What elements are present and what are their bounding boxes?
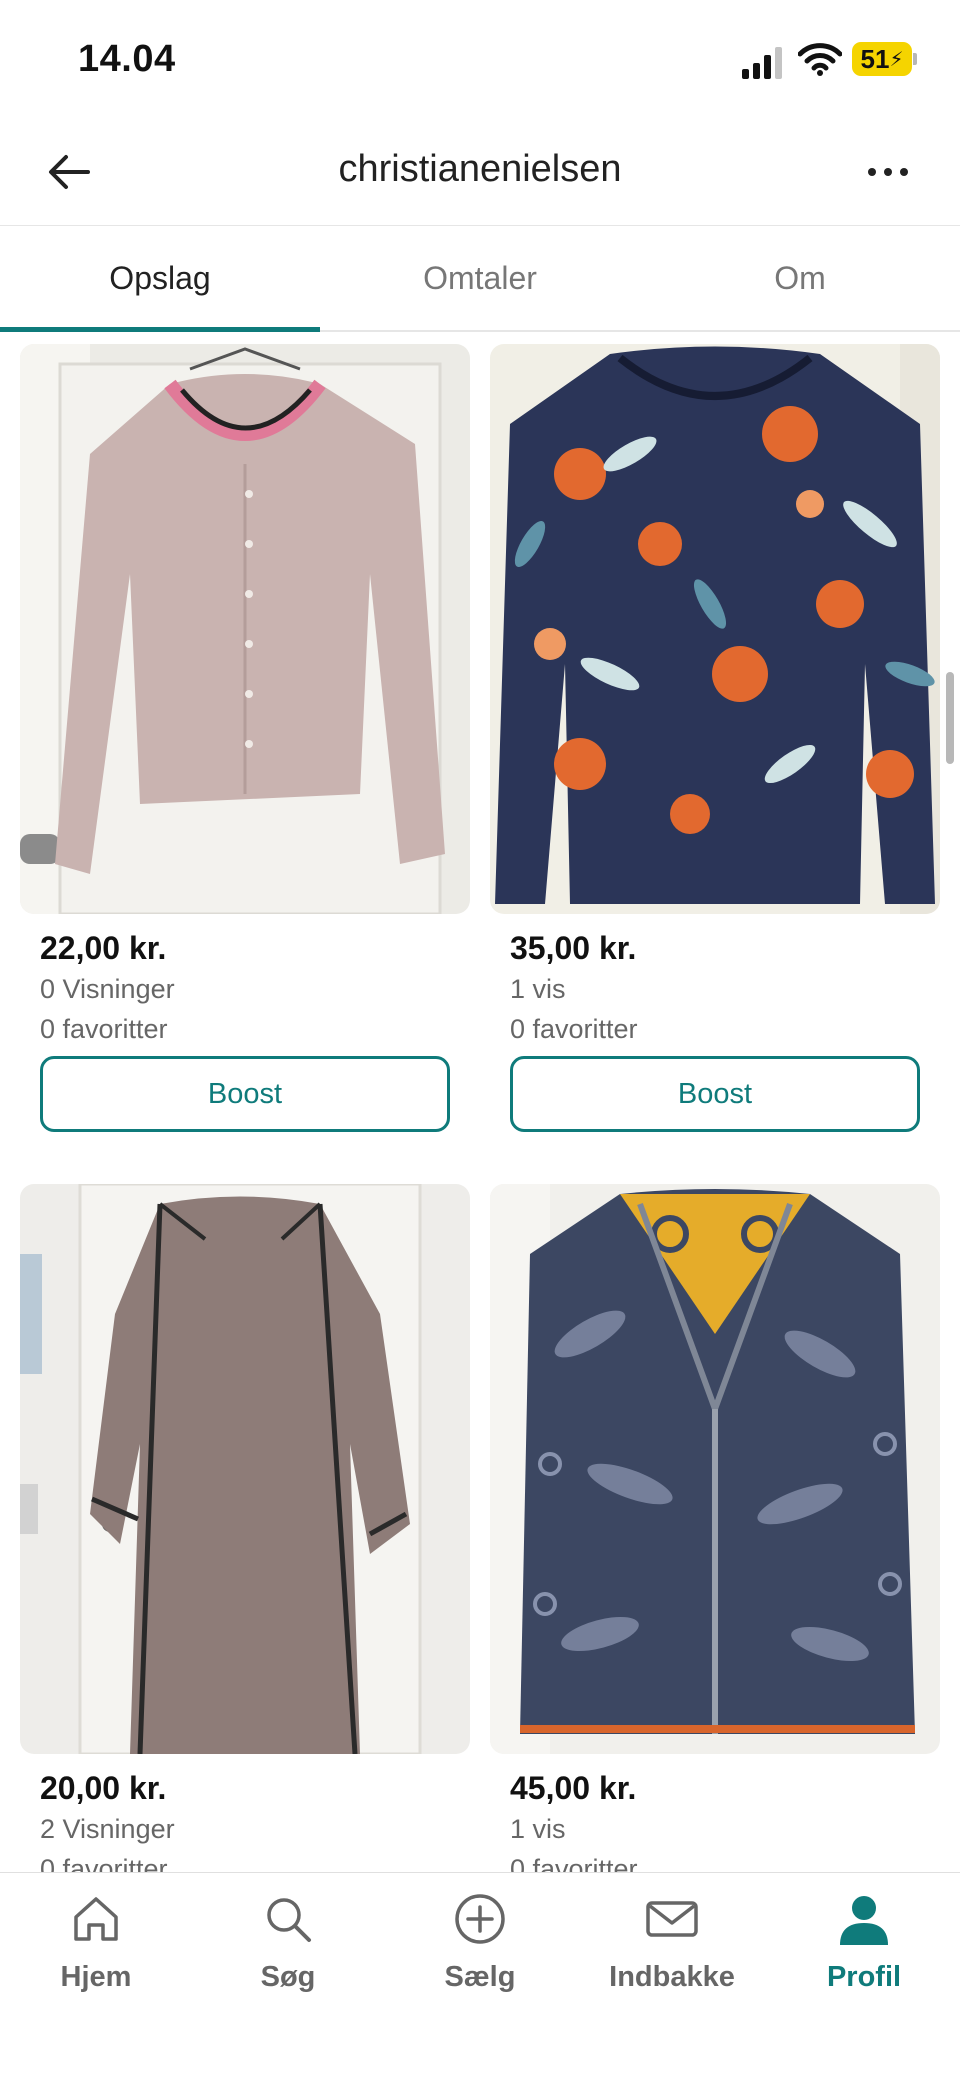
tab-label: Opslag xyxy=(109,259,211,296)
listing-favorites: 0 favoritter xyxy=(40,1014,168,1044)
tab-label: Om xyxy=(774,259,826,296)
listing-image-floral-blouse[interactable] xyxy=(490,344,940,914)
tab-omtaler[interactable]: Omtaler xyxy=(320,226,640,330)
listing-price: 45,00 kr. xyxy=(510,1770,637,1806)
active-tab-indicator xyxy=(0,327,320,332)
nav-label: Profil xyxy=(826,1961,902,1993)
boost-button[interactable]: Boost xyxy=(510,1056,920,1132)
listing-views: 1 vis xyxy=(510,1814,566,1844)
listing-favorites: 0 favoritter xyxy=(510,1014,638,1044)
listing-card[interactable]: 45,00 kr. 1 vis 0 favoritter xyxy=(490,1184,940,1884)
listing-card[interactable]: 20,00 kr. 2 Visninger 0 favoritter xyxy=(20,1184,470,1884)
status-bar: 14.04 51 ⚡ xyxy=(0,0,960,120)
scrollbar[interactable] xyxy=(946,672,954,764)
bottom-navigation: Hjem Søg Sælg Indbakke Profil xyxy=(0,1872,960,2079)
mail-icon xyxy=(646,1901,698,1937)
tab-om[interactable]: Om xyxy=(640,226,960,330)
listing-price: 35,00 kr. xyxy=(510,930,637,966)
nav-label: Sælg xyxy=(444,1961,516,1993)
home-icon xyxy=(74,1897,118,1941)
listing-card[interactable]: 35,00 kr. 1 vis 0 favoritter Boost xyxy=(490,344,940,1144)
listing-image-long-kimono[interactable] xyxy=(20,1184,470,1754)
nav-label: Hjem xyxy=(60,1961,132,1993)
profile-tabs: Opslag Omtaler Om xyxy=(0,226,960,332)
cellular-signal-icon xyxy=(742,47,782,79)
more-options-icon[interactable] xyxy=(858,142,918,202)
listing-price: 22,00 kr. xyxy=(40,930,167,966)
battery-icon: 51 ⚡ xyxy=(852,42,912,76)
wifi-icon xyxy=(798,43,842,76)
profile-username: christianenielsen xyxy=(338,148,622,190)
nav-item-search[interactable]: Søg xyxy=(192,1891,384,2021)
listing-card[interactable]: 22,00 kr. 0 Visninger 0 favoritter Boost xyxy=(20,344,470,1144)
profile-icon xyxy=(840,1896,888,1945)
status-time: 14.04 xyxy=(78,38,176,80)
battery-cap xyxy=(913,53,917,65)
nav-item-sell[interactable]: Sælg xyxy=(384,1891,576,2021)
boost-button[interactable]: Boost xyxy=(40,1056,450,1132)
nav-label: Søg xyxy=(260,1961,316,1993)
app-header: christianenielsen xyxy=(0,120,960,226)
tab-label: Omtaler xyxy=(423,259,537,296)
nav-item-profile[interactable]: Profil xyxy=(768,1891,960,2021)
nav-label: Indbakke xyxy=(609,1961,735,1993)
listing-views: 2 Visninger xyxy=(40,1814,175,1844)
listing-views: 0 Visninger xyxy=(40,974,175,1004)
listing-image-patterned-zip-cardigan[interactable] xyxy=(490,1184,940,1754)
listing-image-pink-cardigan[interactable] xyxy=(20,344,470,914)
search-icon xyxy=(267,1898,311,1942)
battery-level: 51 xyxy=(860,43,890,74)
listing-price: 20,00 kr. xyxy=(40,1770,167,1806)
plus-circle-icon xyxy=(455,1894,505,1944)
tab-opslag[interactable]: Opslag xyxy=(0,226,320,330)
listing-views: 1 vis xyxy=(510,974,566,1004)
nav-item-home[interactable]: Hjem xyxy=(0,1891,192,2021)
nav-item-inbox[interactable]: Indbakke xyxy=(576,1891,768,2021)
